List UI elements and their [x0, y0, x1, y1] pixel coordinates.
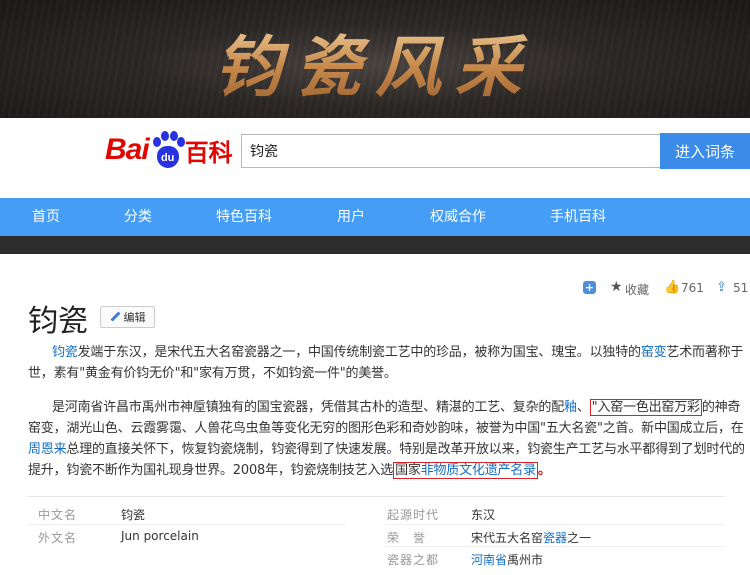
- logo-du-text: du: [156, 146, 179, 168]
- infobox-label: 外文名: [38, 531, 78, 545]
- nav-item-categories[interactable]: 分类: [124, 198, 152, 236]
- nav-item-users[interactable]: 用户: [337, 198, 365, 236]
- share-icon[interactable]: ⇪: [716, 280, 727, 295]
- baidu-baike-logo[interactable]: Bai du 百科: [105, 129, 233, 171]
- star-icon[interactable]: ★: [610, 279, 623, 295]
- nav-item-home[interactable]: 首页: [32, 198, 60, 236]
- infobox-value: 东汉: [471, 508, 496, 522]
- infobox-divider: [28, 496, 724, 497]
- infobox-value: 钧瓷: [121, 508, 146, 522]
- banner: 钧瓷风采: [0, 0, 750, 118]
- nav-item-mobile[interactable]: 手机百科: [550, 198, 606, 236]
- nav-item-authority[interactable]: 权威合作: [430, 198, 486, 236]
- link-yaobian[interactable]: 窑变: [641, 345, 667, 360]
- share-count[interactable]: 51: [733, 281, 748, 295]
- highlight-box-yaobian: "入窑一色出窑万彩: [589, 399, 702, 416]
- infobox-row-divider: [28, 524, 346, 525]
- infobox-value: 宋代五大名窑瓷器之一: [471, 531, 592, 545]
- infobox-label: 瓷器之都: [387, 553, 440, 567]
- logo-bai-text: Bai: [105, 133, 150, 166]
- paragraph-2-line-2: 窑变，湖光山色、云霞雾霭、人兽花鸟虫鱼等变化无穷的图形色彩和奇妙韵味，被誉为中国…: [28, 421, 744, 436]
- like-count[interactable]: 761: [681, 281, 704, 295]
- nav-item-featured[interactable]: 特色百科: [216, 198, 272, 236]
- link-henan[interactable]: 河南省: [471, 553, 507, 567]
- link-junci[interactable]: 钧瓷: [52, 345, 78, 360]
- enter-entry-button[interactable]: 进入词条: [660, 133, 750, 169]
- banner-title: 钧瓷风采: [0, 14, 750, 110]
- paw-toe: [160, 131, 169, 141]
- infobox-value: 河南省禹州市: [471, 553, 544, 567]
- highlight-box-heritage: 国家非物质文化遗产名录: [393, 462, 538, 479]
- link-ciqi[interactable]: 瓷器: [543, 531, 567, 545]
- favorite-label[interactable]: 收藏: [625, 281, 649, 298]
- main-nav: 首页 分类 特色百科 用户 权威合作 手机百科: [0, 198, 750, 236]
- paragraph-1-line-2: 世，素有"黄金有价钧无价"和"家有万贯，不如钧瓷一件"的美誉。: [28, 366, 397, 381]
- infobox-label: 起源时代: [387, 508, 440, 522]
- pencil-icon: [110, 312, 120, 322]
- paw-toe: [176, 137, 185, 147]
- divider-strip: [0, 236, 750, 254]
- paragraph-2-line-3: 周恩来总理的直接关怀下，恢复钧瓷烧制，钧瓷得到了快速发展。特别是改革开放以来，钧…: [28, 442, 745, 457]
- thumbs-up-icon[interactable]: 👍: [664, 280, 680, 295]
- search-input[interactable]: [242, 135, 660, 167]
- link-you[interactable]: 釉: [564, 400, 577, 415]
- page-title: 钧瓷: [28, 304, 88, 339]
- infobox-label: 荣 誉: [387, 531, 427, 545]
- paw-toe: [152, 137, 161, 147]
- logo-baike-text: 百科: [184, 138, 233, 167]
- infobox-label: 中文名: [38, 508, 78, 522]
- paw-icon: du: [150, 131, 185, 169]
- edit-button[interactable]: 编辑: [100, 306, 155, 328]
- infobox-row-divider: [385, 546, 725, 547]
- plus-icon[interactable]: +: [583, 281, 596, 294]
- infobox-value: Jun porcelain: [121, 529, 199, 543]
- paragraph-2-line-4: 提升，钧瓷不断作为国礼现身世界。2008年，钧瓷烧制技艺入选 国家非物质文化遗产名…: [28, 462, 551, 479]
- paragraph-2-line-1: 是河南省许昌市禹州市神垕镇独有的国宝瓷器，凭借其古朴的造型、精湛的工艺、复杂的配…: [52, 399, 741, 416]
- infobox-row-divider: [385, 524, 725, 525]
- link-intangible-heritage[interactable]: 非物质文化遗产名录: [421, 463, 536, 478]
- search-box: [241, 134, 661, 168]
- link-zhou-enlai[interactable]: 周恩来: [28, 442, 67, 457]
- edit-label: 编辑: [123, 311, 146, 324]
- paragraph-1-line-1: 钧瓷发端于东汉，是宋代五大名窑瓷器之一，中国传统制瓷工艺中的珍品，被称为国宝、瑰…: [52, 345, 744, 360]
